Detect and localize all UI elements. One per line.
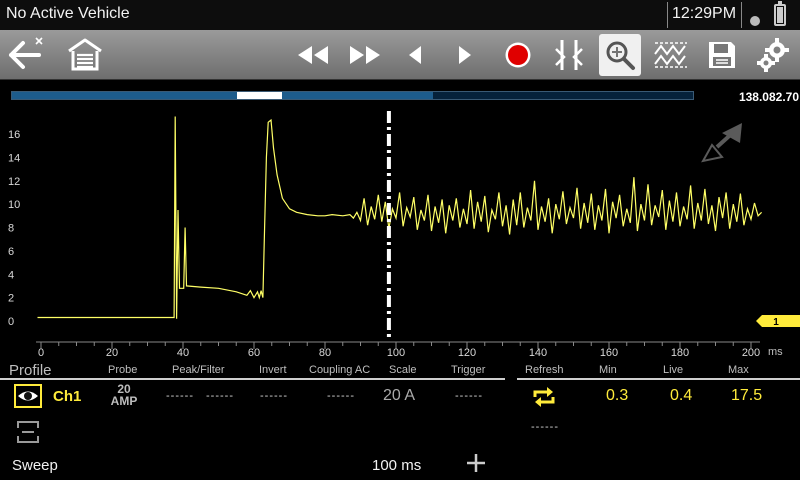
buffer-position-readout: 138.082.70	[738, 90, 799, 104]
gear-icon	[757, 38, 789, 72]
save-button[interactable]	[701, 34, 743, 76]
record-dot	[508, 45, 528, 65]
record-icon	[505, 42, 531, 68]
max-value: 17.5	[731, 387, 763, 404]
x-tick-label: 80	[319, 347, 331, 359]
zoom-button[interactable]	[599, 34, 641, 76]
buffer-view-window[interactable]	[236, 92, 283, 99]
x-tick-label: 40	[177, 347, 189, 359]
y-tick-label: 12	[8, 176, 20, 188]
trigger-value[interactable]: ------	[455, 390, 483, 402]
rewind-icon	[298, 46, 328, 64]
x-axis-unit: ms	[768, 346, 783, 358]
waveform-chart[interactable]: 0 2 4 6 8 10 12 14 16 0 20 40 60 80 100 120 140 160 180 20…	[0, 105, 800, 363]
status-bar: No Active Vehicle 12:29PM	[0, 0, 800, 30]
live-header: Live	[663, 364, 684, 376]
vehicle-status: No Active Vehicle	[6, 5, 130, 22]
x-tick-label: 160	[600, 347, 618, 359]
channel-1-marker[interactable]: 1	[756, 315, 800, 328]
x-tick-label: 140	[529, 347, 547, 359]
battery-icon	[774, 1, 786, 26]
trigger-header: Trigger	[451, 364, 486, 376]
back-arrow-icon	[9, 37, 43, 69]
refresh-icon[interactable]	[530, 385, 558, 409]
cursors-icon	[555, 40, 583, 70]
panel-divider	[0, 378, 800, 380]
refresh-header: Refresh	[525, 364, 564, 376]
invert-header: Invert	[259, 364, 287, 376]
channel-1-name[interactable]: Ch1	[53, 388, 81, 405]
x-tick-label: 120	[458, 347, 476, 359]
peak-value[interactable]: ------	[166, 390, 194, 402]
buffer-bar[interactable]	[11, 91, 694, 100]
sweep-increase-icon[interactable]	[465, 452, 487, 474]
step-forward-button[interactable]	[444, 34, 486, 76]
record-button[interactable]	[497, 34, 539, 76]
panel-divider-gap	[505, 378, 517, 380]
profile-label[interactable]: Profile	[9, 362, 52, 379]
clock: 12:29PM	[672, 5, 737, 22]
y-tick-label: 0	[8, 316, 14, 328]
min-header: Min	[599, 364, 617, 376]
y-tick-label: 4	[8, 269, 14, 281]
buffer-filled	[12, 92, 433, 99]
trace-button[interactable]	[650, 34, 692, 76]
back-button[interactable]	[4, 34, 46, 76]
filter-value[interactable]: ------	[206, 390, 234, 402]
invert-value[interactable]: ------	[260, 390, 288, 402]
home-button[interactable]	[64, 34, 106, 76]
x-tick-label: 0	[38, 347, 44, 359]
toolbar	[0, 30, 800, 80]
x-tick-label: 100	[387, 347, 405, 359]
min-value: 0.3	[606, 387, 629, 404]
channel-1-trace	[37, 116, 763, 319]
probe-20amp[interactable]: 20 AMP	[104, 383, 144, 407]
y-tick-label: 8	[8, 223, 14, 235]
skip-back-button[interactable]	[292, 34, 334, 76]
sweep-value[interactable]: 100 ms	[372, 457, 421, 474]
coupling-header: Coupling AC	[309, 364, 371, 376]
channel-2-refresh-value[interactable]: ------	[531, 421, 559, 433]
live-value: 0.4	[670, 387, 693, 404]
x-tick-label: 60	[248, 347, 260, 359]
sweep-label: Sweep	[12, 457, 58, 474]
probe-header: Probe	[108, 364, 138, 376]
probe-unit: AMP	[110, 394, 138, 408]
channel-2-slot-icon[interactable]	[16, 420, 40, 444]
notification-dot-icon	[750, 16, 760, 26]
coupling-value[interactable]: ------	[327, 390, 355, 402]
skip-forward-button[interactable]	[344, 34, 386, 76]
y-tick-label: 2	[8, 293, 14, 305]
cursors-button[interactable]	[548, 34, 590, 76]
y-tick-label: 6	[8, 246, 14, 258]
channel-1-visibility-icon[interactable]	[14, 384, 42, 408]
floppy-disk-icon	[709, 42, 735, 68]
x-tick-label: 200	[742, 347, 760, 359]
scale-header: Scale	[389, 364, 417, 376]
scope-plot[interactable]: 0 2 4 6 8 10 12 14 16 0 20 40 60 80 100 120 140 160 180 20…	[0, 105, 800, 363]
max-header: Max	[728, 364, 749, 376]
step-back-icon	[409, 46, 421, 64]
x-tick-label: 20	[106, 347, 118, 359]
x-tick-label: 180	[671, 347, 689, 359]
scale-value[interactable]: 20 A	[383, 387, 415, 405]
zoom-icon	[606, 41, 635, 70]
status-separator	[667, 2, 668, 28]
garage-icon	[68, 38, 102, 71]
status-separator	[741, 2, 742, 28]
trace-icon	[654, 42, 687, 68]
y-tick-label: 14	[8, 152, 20, 164]
peak-filter-header: Peak/Filter	[172, 364, 225, 376]
step-forward-icon	[459, 46, 471, 64]
y-tick-label: 10	[8, 199, 20, 211]
channel-1-marker-label: 1	[773, 317, 779, 328]
step-back-button[interactable]	[394, 34, 436, 76]
fast-forward-icon	[350, 46, 380, 64]
y-tick-label: 16	[8, 129, 20, 141]
settings-button[interactable]	[752, 34, 794, 76]
expand-icon[interactable]	[701, 123, 742, 163]
